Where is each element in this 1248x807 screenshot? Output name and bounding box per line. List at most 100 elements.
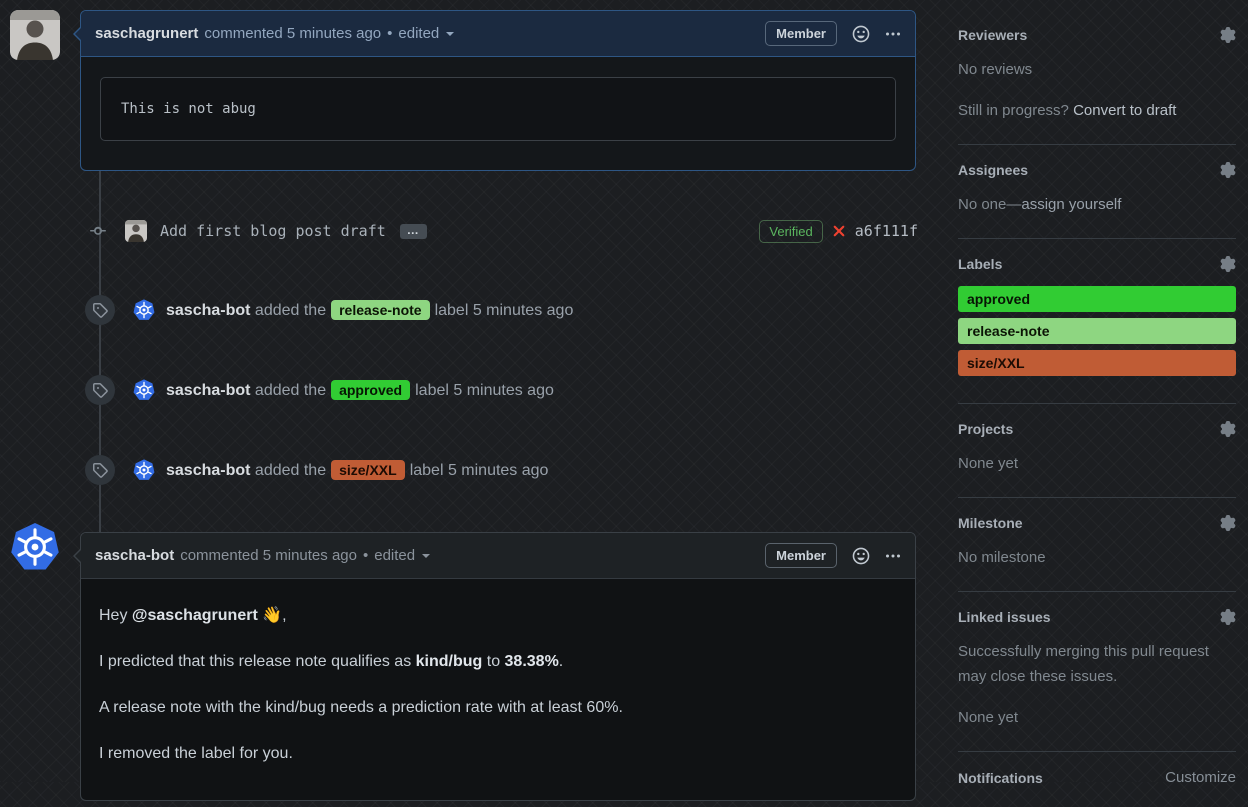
section-title: Labels (958, 256, 1003, 272)
kind-bug-bold: kind/bug (415, 653, 483, 670)
gear-icon[interactable] (1220, 27, 1236, 43)
event-action: added the (250, 382, 327, 399)
section-head: Linked issues (958, 609, 1236, 625)
edited-dropdown[interactable]: edited (398, 25, 458, 42)
sidebar-section-labels: Labels approved release-note size/XXL (958, 239, 1236, 404)
convert-to-draft-link[interactable]: Convert to draft (1073, 102, 1176, 119)
section-title: Reviewers (958, 27, 1028, 43)
sidebar: Reviewers No reviews Still in progress? … (958, 10, 1236, 807)
actor-link[interactable]: sascha-bot (166, 302, 250, 319)
actor-link[interactable]: sascha-bot (166, 382, 250, 399)
chevron-down-icon (442, 26, 458, 42)
event-suffix: label 5 minutes ago (409, 462, 549, 479)
comment-saschagrunert: saschagrunert commented 5 minutes ago • … (73, 10, 916, 171)
comment-header: sascha-bot commented 5 minutes ago • edi… (81, 533, 915, 579)
commit-message-link[interactable]: Add first blog post draft (160, 222, 386, 240)
sidebar-section-linked-issues: Linked issues Successfully merging this … (958, 592, 1236, 752)
label-pill-release-note[interactable]: release-note (958, 318, 1236, 344)
emoji-reaction-button[interactable] (852, 547, 870, 565)
tag-icon (92, 382, 108, 398)
label-pill[interactable]: release-note (331, 300, 430, 320)
section-title: Linked issues (958, 609, 1051, 625)
kebab-menu-button[interactable] (885, 26, 901, 42)
git-commit-icon (90, 223, 106, 239)
text: Still in progress? (958, 102, 1074, 119)
kubernetes-icon (10, 522, 60, 572)
section-head: Labels (958, 256, 1236, 272)
kubernetes-icon (133, 299, 155, 321)
avatar-sascha-bot[interactable] (10, 522, 60, 572)
sidebar-section-projects: Projects None yet (958, 404, 1236, 498)
comment-meta: commented 5 minutes ago (204, 25, 382, 42)
gear-icon[interactable] (1220, 421, 1236, 437)
greeting-paragraph: Hey @saschagrunert 👋, (99, 606, 897, 626)
text: . (558, 653, 564, 670)
sascha-bot-avatar[interactable] (133, 379, 155, 401)
gear-icon[interactable] (1220, 515, 1236, 531)
percentage-bold: 38.38% (504, 653, 559, 670)
section-head: Projects (958, 421, 1236, 437)
event-action: added the (250, 302, 327, 319)
commit-row: Add first blog post draft … Verified a6f… (0, 217, 918, 245)
label-event-row: sascha-bot added the approved label 5 minu… (0, 375, 918, 405)
removed-label-paragraph: I removed the label for you. (99, 745, 293, 762)
mention-link[interactable]: @saschagrunert (132, 607, 258, 624)
comment-body: Hey @saschagrunert 👋, I predicted that t… (81, 579, 915, 800)
verified-badge[interactable]: Verified (759, 219, 823, 243)
tag-icon (92, 462, 108, 478)
sascha-bot-avatar[interactable] (133, 299, 155, 321)
sascha-bot-avatar[interactable] (133, 459, 155, 481)
comment-meta: commented 5 minutes ago (180, 547, 357, 564)
sidebar-section-assignees: Assignees No one—assign yourself (958, 145, 1236, 239)
section-title: Projects (958, 421, 1014, 437)
assign-yourself-link[interactable]: assign yourself (1021, 196, 1121, 213)
commit-sha-link[interactable]: a6f111f (855, 222, 918, 240)
chevron-down-icon (418, 548, 434, 564)
gear-icon[interactable] (1220, 609, 1236, 625)
failed-check-x-icon[interactable] (831, 223, 847, 239)
member-badge: Member (765, 21, 837, 46)
smiley-icon (852, 547, 870, 565)
commit-status: Verified a6f111f (759, 219, 918, 243)
section-title: Assignees (958, 162, 1029, 178)
gear-icon[interactable] (1220, 162, 1236, 178)
timeline-main: saschagrunert commented 5 minutes ago • … (0, 10, 918, 807)
wave-emoji: 👋, (257, 607, 287, 624)
label-pill-size-xxl[interactable]: size/XXL (958, 350, 1236, 376)
sidebar-section-reviewers: Reviewers No reviews Still in progress? … (958, 14, 1236, 145)
event-suffix: label 5 minutes ago (415, 382, 554, 399)
label-pill[interactable]: approved (331, 380, 411, 400)
comment-header: saschagrunert commented 5 minutes ago • … (81, 11, 915, 57)
comment-author-link[interactable]: sascha-bot (95, 547, 174, 564)
label-pill-approved[interactable]: approved (958, 286, 1236, 312)
commit-author-avatar[interactable] (125, 220, 147, 242)
event-text: sascha-bot added the approved label 5 minu… (166, 380, 554, 400)
comment-author-link[interactable]: saschagrunert (95, 25, 198, 42)
header-actions: Member (765, 543, 901, 568)
emoji-reaction-button[interactable] (852, 25, 870, 43)
actor-link[interactable]: sascha-bot (166, 462, 250, 479)
no-reviews-text: No reviews (958, 61, 1033, 78)
tag-event-badge (85, 375, 115, 405)
section-title: Notifications (958, 769, 1043, 786)
label-pill[interactable]: size/XXL (331, 460, 405, 480)
event-text: sascha-bot added the size/XXL label 5 minu… (166, 460, 548, 480)
meta-separator: • (362, 547, 369, 564)
tag-event-badge (85, 295, 115, 325)
customize-link[interactable]: Customize (1165, 769, 1236, 786)
kebab-icon (885, 548, 901, 564)
commit-expand-button[interactable]: … (399, 223, 427, 239)
section-head: Reviewers (958, 27, 1236, 43)
avatar-saschagrunert[interactable] (10, 10, 60, 60)
gear-icon[interactable] (1220, 256, 1236, 272)
smiley-icon (852, 25, 870, 43)
event-text: sascha-bot added the release-note label 5 … (166, 300, 573, 320)
linked-issues-description: Successfully merging this pull request m… (958, 643, 1209, 685)
person-photo-icon (10, 10, 60, 60)
milestone-empty-text: No milestone (958, 549, 1046, 566)
label-event-row: sascha-bot added the release-note label 5 … (0, 295, 918, 325)
pr-conversation-page: saschagrunert commented 5 minutes ago • … (0, 0, 1248, 807)
edited-dropdown[interactable]: edited (374, 547, 434, 564)
kebab-icon (885, 26, 901, 42)
kebab-menu-button[interactable] (885, 548, 901, 564)
